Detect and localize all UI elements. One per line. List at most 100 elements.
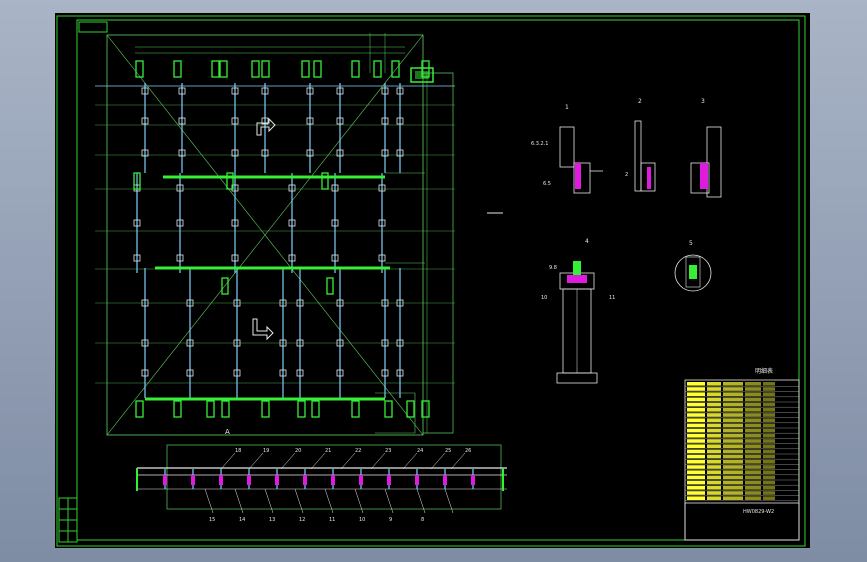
detail-1-label-b: 6.5 (543, 181, 551, 187)
footing (313, 60, 322, 78)
table-cell (745, 491, 761, 495)
section-plate (387, 475, 391, 485)
table-cell (707, 480, 721, 485)
callout-leader (264, 488, 274, 514)
table-cell (707, 382, 721, 386)
callout-leader (402, 452, 418, 470)
callout-number: 25 (445, 448, 451, 454)
detail-1-label-a: 6.3.2.1 (531, 141, 549, 147)
table-cell (745, 454, 761, 459)
callout-leader (248, 452, 264, 470)
drawing-number: HW0829-W2 (743, 509, 774, 515)
table-cell (723, 392, 743, 396)
table-cell (707, 470, 721, 474)
callout-number: 8 (421, 517, 424, 523)
section-plate (163, 475, 167, 485)
footing (351, 60, 360, 78)
table-cell (745, 480, 761, 485)
callout-leader (444, 488, 454, 514)
section-plate (247, 475, 251, 485)
table-cell (745, 408, 761, 412)
table-cell (723, 439, 743, 443)
parts-table: 明细表 HW0829-W2 (684, 367, 800, 541)
table-cell (687, 434, 705, 438)
table-cell (763, 439, 775, 443)
table-cell (763, 387, 775, 391)
table-cell (687, 387, 705, 391)
table-cell (763, 475, 775, 480)
table-cell (745, 402, 761, 407)
table-rows (685, 382, 799, 501)
table-cell (723, 397, 743, 402)
table-cell (763, 423, 775, 428)
table-cell (687, 480, 705, 485)
table-cell (745, 392, 761, 396)
footing (301, 60, 310, 78)
section-plate (471, 475, 475, 485)
table-cell (763, 454, 775, 459)
callout-leader (294, 488, 304, 514)
footing (206, 400, 215, 418)
table-cell (763, 428, 775, 433)
table-cell (763, 382, 775, 386)
table-cell (763, 465, 775, 469)
callout-leader (280, 452, 296, 470)
table-cell (687, 465, 705, 469)
table-cell (687, 454, 705, 459)
callout-number: 9 (389, 517, 392, 523)
footing (384, 400, 393, 418)
beams (145, 175, 390, 401)
table-cell (687, 470, 705, 474)
detail-2-title: 2 (638, 98, 642, 105)
table-cell (723, 434, 743, 438)
table-cell (745, 434, 761, 438)
footing (135, 60, 144, 78)
callout-leader (384, 488, 394, 514)
corner-tag (78, 21, 108, 33)
footing (251, 60, 260, 78)
table-cell (745, 465, 761, 469)
callout-number: 15 (209, 517, 215, 523)
section-a-view: A 18 19 20 21 22 23 24 25 26 15 14 13 12 11 10 9 8 (136, 428, 507, 523)
callout-leader (450, 452, 466, 470)
table-cell (707, 444, 721, 448)
table-cell (707, 418, 721, 422)
table-cell (687, 397, 705, 402)
table-cell (763, 491, 775, 495)
table-cell (723, 423, 743, 428)
section-plate (359, 475, 363, 485)
detail-3: 3 (690, 98, 722, 198)
table-cell (723, 444, 743, 448)
table-cell (745, 496, 761, 500)
callout-number: 21 (325, 448, 331, 454)
footing (321, 172, 329, 190)
table-cell (687, 449, 705, 454)
callout-leader (234, 488, 244, 514)
section-plate (303, 475, 307, 485)
table-cell (763, 460, 775, 464)
detail-4-label-top: 9.8 (549, 265, 557, 271)
table-cell (707, 397, 721, 402)
table-cell (707, 496, 721, 500)
section-plate (191, 475, 195, 485)
section-arrow-top (256, 117, 276, 136)
cad-viewport[interactable]: A 18 19 20 21 22 23 24 25 26 15 14 13 12 11 10 9 8 1 6.3… (55, 13, 810, 548)
detail-2: 2 2 (625, 98, 656, 192)
detail-1-title: 1 (565, 104, 569, 111)
table-cell (707, 434, 721, 438)
table-cell (707, 449, 721, 454)
table-cell (723, 382, 743, 386)
table-cell (707, 423, 721, 428)
table-cell (763, 434, 775, 438)
table-cell (723, 449, 743, 454)
section-callouts: 18 19 20 21 22 23 24 25 26 15 14 13 12 11 10 9 8 (204, 448, 471, 523)
parts-table-title: 明细表 (755, 367, 773, 375)
table-cell (687, 408, 705, 412)
section-arrow-bottom (252, 318, 274, 341)
table-cell (723, 454, 743, 459)
table-cell (723, 480, 743, 485)
table-cell (745, 418, 761, 422)
section-a-label: A (225, 428, 230, 436)
callout-number: 23 (385, 448, 391, 454)
table-cell (687, 460, 705, 464)
